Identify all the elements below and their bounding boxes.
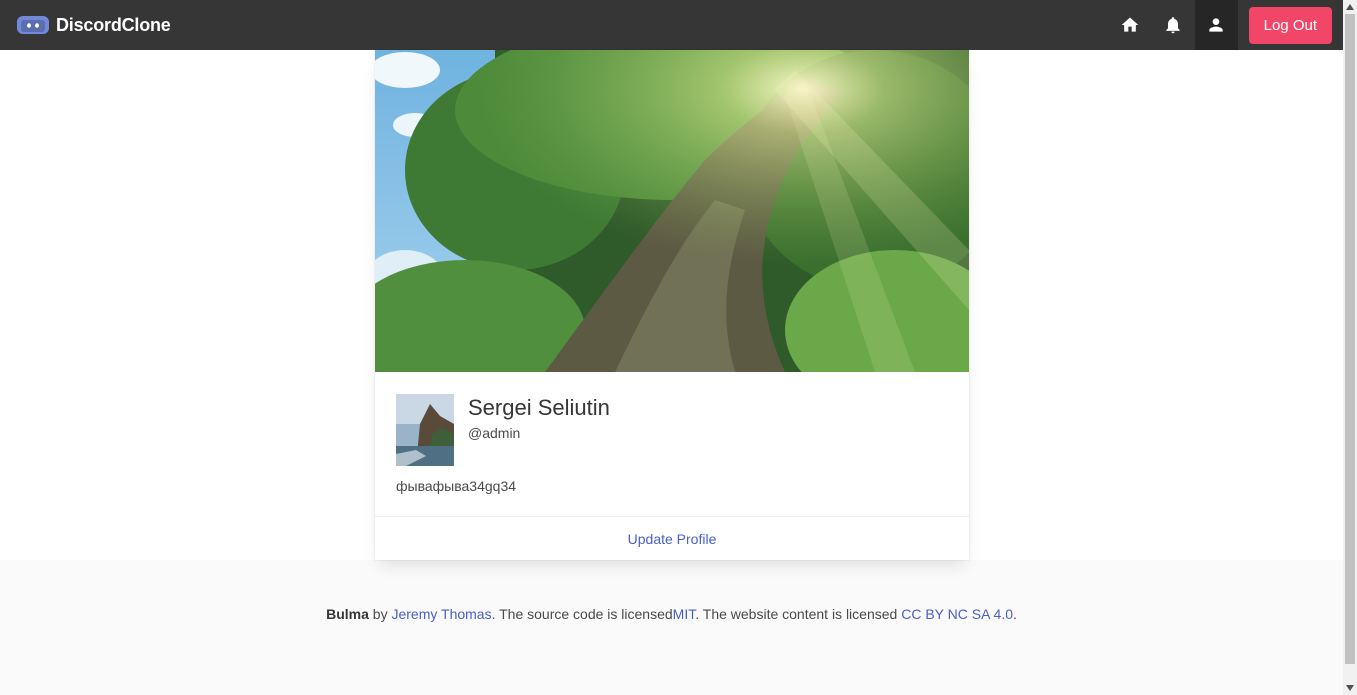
navbar-end: Log Out bbox=[1109, 0, 1343, 50]
profile-info: Sergei Seliutin @admin bbox=[468, 394, 610, 441]
user-handle: @admin bbox=[468, 425, 521, 441]
home-icon bbox=[1121, 17, 1139, 32]
card-footer: Update Profile bbox=[375, 516, 969, 560]
author-link[interactable]: Jeremy Thomas bbox=[391, 606, 491, 622]
card-content: Sergei Seliutin @admin фывафыва34gq34 bbox=[375, 372, 969, 516]
footer-brand: Bulma bbox=[326, 606, 369, 622]
mit-license-link[interactable]: MIT bbox=[673, 606, 696, 622]
discord-logo-icon bbox=[17, 16, 49, 34]
brand-name: DiscordClone bbox=[56, 14, 171, 35]
update-profile-link[interactable]: Update Profile bbox=[628, 531, 717, 547]
user-name: Sergei Seliutin bbox=[468, 395, 610, 420]
avatar bbox=[396, 394, 454, 466]
page-footer: Bulma by Jeremy Thomas. The source code … bbox=[0, 560, 1343, 695]
scroll-up-arrow-icon[interactable] bbox=[1343, 0, 1357, 14]
page: DiscordClone Log Out Sergei Seliutin @ad… bbox=[0, 0, 1343, 695]
home-button[interactable] bbox=[1109, 0, 1152, 50]
logout-button[interactable]: Log Out bbox=[1248, 6, 1332, 44]
bell-icon bbox=[1166, 17, 1180, 34]
cover-image bbox=[375, 50, 969, 372]
footer-source-text: . The source code is licensed bbox=[491, 606, 673, 622]
profile-card: Sergei Seliutin @admin фывафыва34gq34 Up… bbox=[375, 50, 969, 560]
scroll-down-arrow-icon[interactable] bbox=[1343, 681, 1357, 695]
footer-content-text: . The website content is licensed bbox=[695, 606, 902, 622]
profile-button[interactable] bbox=[1194, 0, 1238, 50]
user-icon bbox=[1209, 18, 1223, 32]
notifications-button[interactable] bbox=[1152, 0, 1195, 50]
user-bio: фывафыва34gq34 bbox=[396, 478, 517, 494]
brand[interactable]: DiscordClone bbox=[0, 0, 171, 50]
logout-wrap: Log Out bbox=[1238, 0, 1343, 50]
vertical-scrollbar[interactable] bbox=[1343, 0, 1357, 695]
avatar-image bbox=[396, 394, 454, 466]
cover-illustration bbox=[375, 50, 969, 372]
footer-end: . bbox=[1013, 606, 1017, 622]
profile-media: Sergei Seliutin @admin bbox=[396, 394, 948, 466]
scrollbar-thumb[interactable] bbox=[1345, 14, 1355, 664]
footer-text: Bulma by Jeremy Thomas. The source code … bbox=[0, 606, 1343, 622]
footer-by: by bbox=[368, 606, 392, 622]
navbar: DiscordClone Log Out bbox=[0, 0, 1343, 50]
cc-license-link[interactable]: CC BY NC SA 4.0 bbox=[901, 606, 1013, 622]
